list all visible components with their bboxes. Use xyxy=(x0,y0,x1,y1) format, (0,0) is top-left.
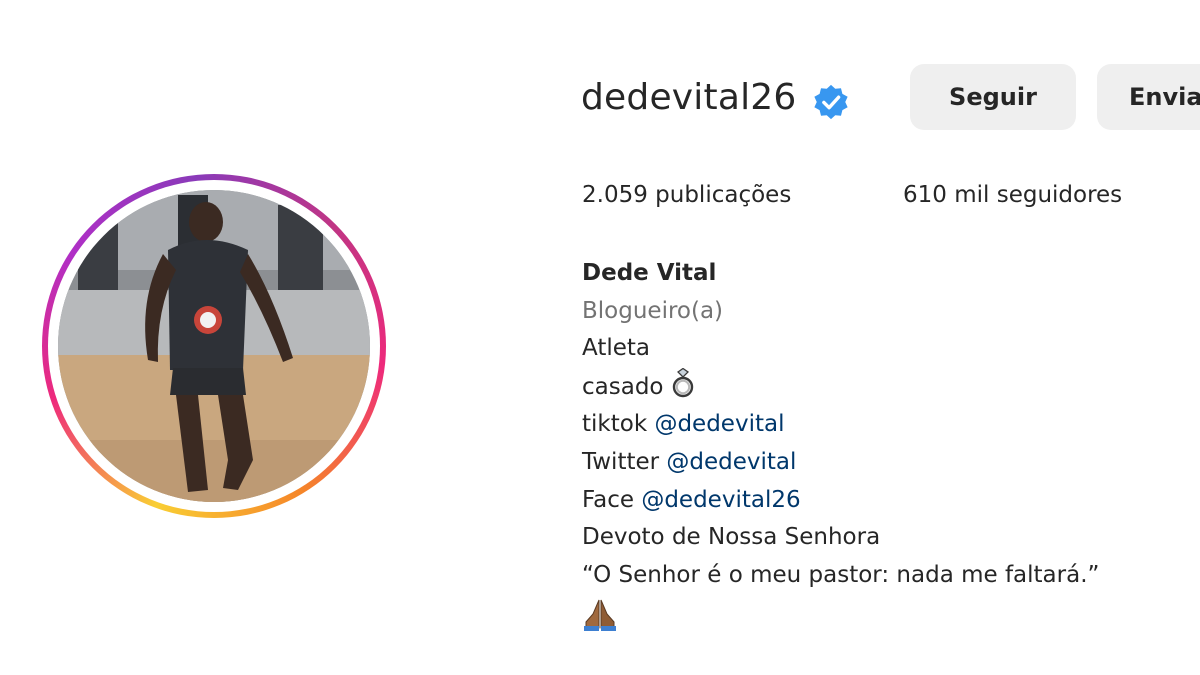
face-label: Face xyxy=(582,486,635,513)
profile-bio: Dede Vital Blogueiro(a) Atleta casado ti… xyxy=(582,255,1099,645)
tiktok-handle-link[interactable]: @dedevital xyxy=(654,411,784,437)
bio-full-name: Dede Vital xyxy=(582,260,717,286)
posts-count: 2.059 publicações xyxy=(582,182,792,208)
avatar-photo-illustration xyxy=(58,190,370,502)
follow-button[interactable]: Seguir xyxy=(910,64,1076,130)
bio-line-pray xyxy=(582,594,1099,645)
profile-username: dedevital26 xyxy=(581,77,797,118)
bio-line-face: Face @dedevital26 xyxy=(582,482,1099,520)
bio-line-married: casado xyxy=(582,367,1099,407)
avatar-ring-gap xyxy=(48,180,380,512)
bio-category: Blogueiro(a) xyxy=(582,297,724,324)
bio-line-twitter: Twitter @dedevital xyxy=(582,444,1099,482)
twitter-handle-link[interactable]: @dedevital xyxy=(666,449,796,475)
bio-line-devotion: Devoto de Nossa Senhora xyxy=(582,524,881,551)
bio-line-quote: “O Senhor é o meu pastor: nada me faltar… xyxy=(582,561,1100,588)
followers-count[interactable]: 610 mil seguidores xyxy=(903,180,1122,210)
praying-hands-icon xyxy=(584,600,616,632)
twitter-label: Twitter xyxy=(582,448,660,475)
bio-line-athlete: Atleta xyxy=(582,335,651,362)
face-handle-link[interactable]: @dedevital26 xyxy=(641,487,800,513)
profile-avatar-story-ring[interactable] xyxy=(42,174,386,518)
send-message-button[interactable]: Enviar xyxy=(1097,64,1200,130)
bio-line-tiktok: tiktok @dedevital xyxy=(582,406,1099,444)
bio-married-text: casado xyxy=(582,373,664,400)
verified-badge-icon xyxy=(814,84,848,120)
avatar[interactable] xyxy=(58,190,370,502)
ring-icon xyxy=(672,367,693,397)
tiktok-label: tiktok xyxy=(582,411,648,438)
